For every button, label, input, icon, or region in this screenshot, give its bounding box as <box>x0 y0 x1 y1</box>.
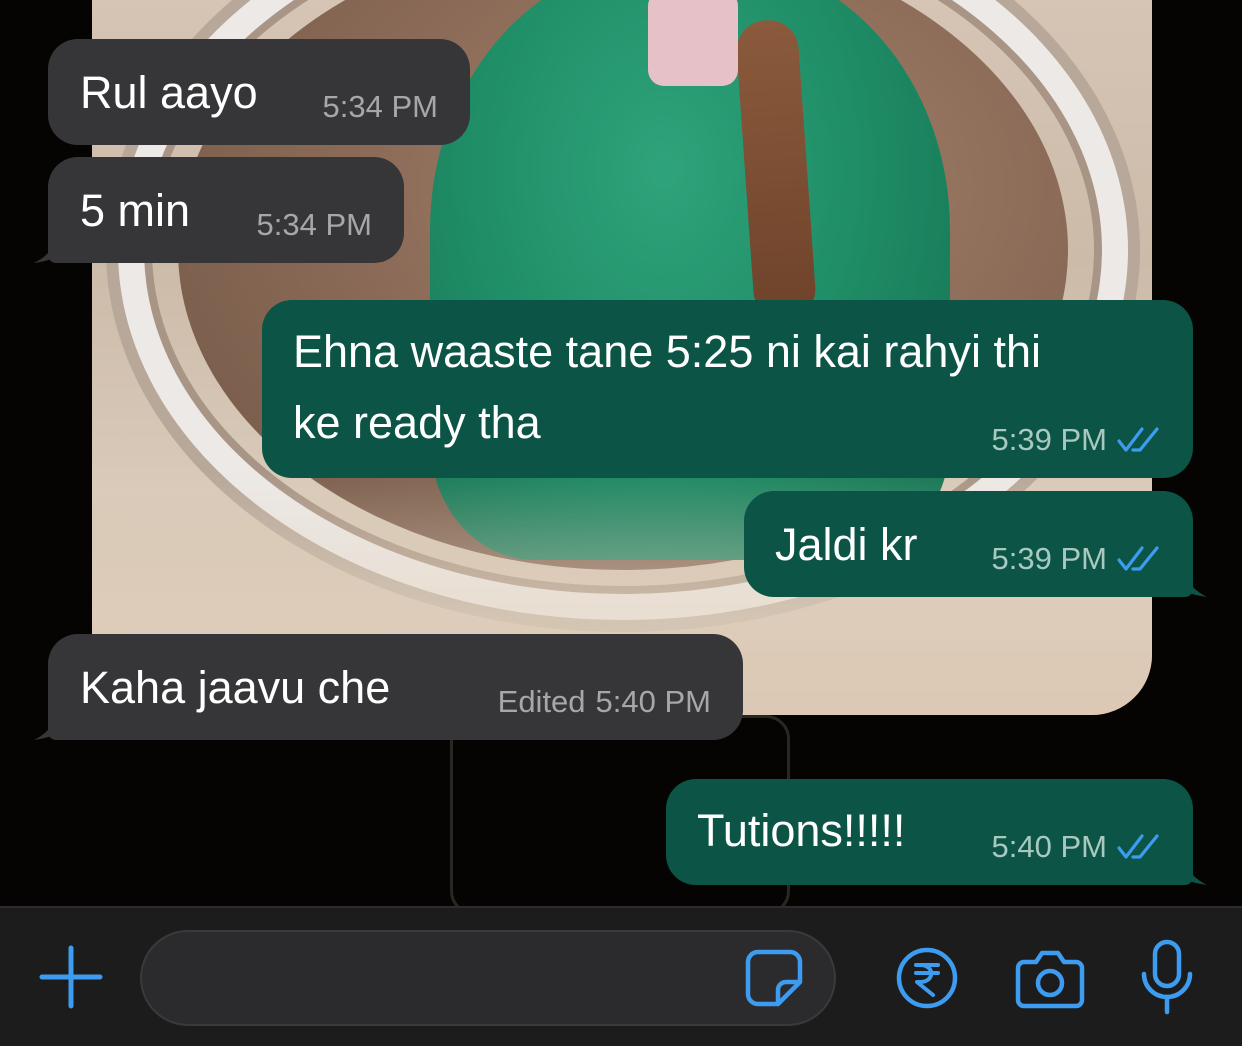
attach-button[interactable] <box>38 944 104 1010</box>
message-meta: Edited 5:40 PM <box>498 684 711 720</box>
message-meta: 5:40 PM <box>992 829 1161 865</box>
message-meta: 5:39 PM <box>992 422 1161 458</box>
camera-icon <box>1015 950 1085 1009</box>
message-time: 5:39 PM <box>991 541 1107 576</box>
message-text-line: Ehna waaste tane 5:25 ni kai rahyi thi <box>293 326 1041 377</box>
payment-button[interactable] <box>895 946 959 1010</box>
message-time: 5:40 PM <box>991 829 1107 864</box>
outgoing-message[interactable]: Tutions!!!!! 5:40 PM <box>666 779 1207 885</box>
outgoing-message[interactable]: Jaldi kr 5:39 PM <box>744 491 1207 597</box>
message-time: 5:40 PM <box>595 684 711 719</box>
message-time: 5:34 PM <box>322 89 438 124</box>
edited-label: Edited <box>497 684 586 719</box>
message-time: 5:34 PM <box>256 207 372 242</box>
message-meta: 5:34 PM <box>257 207 372 243</box>
bubble-tail <box>1167 849 1207 885</box>
bubble-tail <box>1167 561 1207 597</box>
message-composer <box>0 906 1242 1046</box>
message-time: 5:39 PM <box>991 422 1107 457</box>
sticker-button[interactable] <box>744 948 804 1008</box>
microphone-icon <box>1141 939 1193 1015</box>
incoming-message[interactable]: Kaha jaavu che Edited 5:40 PM <box>34 634 743 740</box>
camera-button[interactable] <box>1014 946 1086 1010</box>
incoming-message[interactable]: Rul aayo 5:34 PM <box>48 39 470 145</box>
incoming-message[interactable]: 5 min 5:34 PM <box>34 157 404 263</box>
voice-record-button[interactable] <box>1136 938 1198 1018</box>
double-check-icon <box>1117 834 1159 859</box>
plus-icon <box>39 945 103 1009</box>
message-meta: 5:39 PM <box>992 541 1161 577</box>
outgoing-message[interactable]: Ehna waaste tane 5:25 ni kai rahyi thi k… <box>262 300 1193 478</box>
message-input[interactable] <box>140 930 836 1026</box>
message-meta: 5:34 PM <box>323 89 438 125</box>
sticker-icon <box>745 949 803 1007</box>
bubble-tail <box>34 704 74 740</box>
double-check-icon <box>1117 427 1159 452</box>
double-check-icon <box>1117 546 1159 571</box>
rupee-payment-icon <box>896 947 958 1009</box>
bubble-tail <box>34 227 74 263</box>
